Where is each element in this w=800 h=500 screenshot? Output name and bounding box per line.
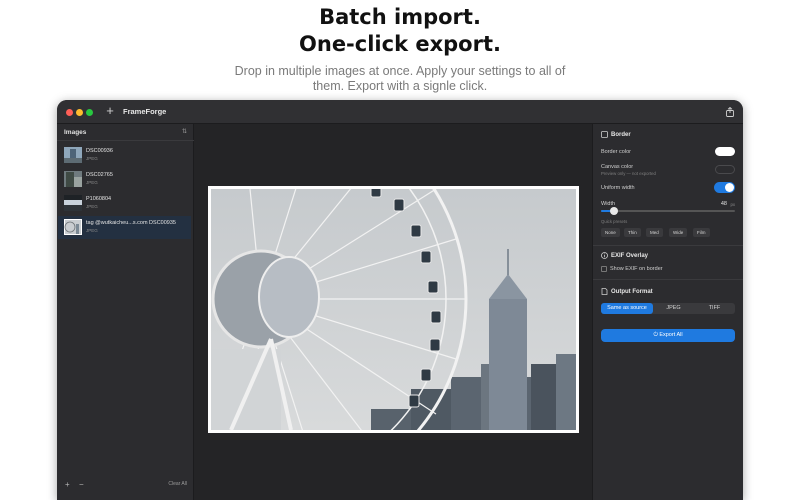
photo-frame [208, 186, 579, 433]
sidebar-divider [57, 140, 194, 141]
output-format-segmented-control: Same as source JPEG TIFF [601, 303, 735, 314]
image-type: JPEG [86, 204, 98, 209]
uniform-width-toggle[interactable] [714, 182, 735, 193]
hero-subtitle: Drop in multiple images at once. Apply y… [0, 64, 800, 94]
section-divider [593, 245, 743, 246]
format-tiff[interactable]: TIFF [694, 303, 735, 314]
border-color-swatch[interactable] [715, 147, 735, 156]
quick-presets-label: Quick presets [601, 219, 628, 224]
info-icon [601, 252, 608, 259]
show-exif-checkbox[interactable] [601, 266, 607, 272]
images-sidebar: Images ⇅ DSC00936 JPEG DSC02765 JPEG P10… [57, 124, 194, 500]
canvas-color-swatch[interactable] [715, 165, 735, 174]
app-window: + FrameForge Images ⇅ DSC00936 JPEG DSC0… [57, 100, 743, 500]
preset-thin-button[interactable]: Thin [624, 228, 641, 237]
preview-photo [211, 189, 576, 430]
image-list-item[interactable]: DSC00936 JPEG [58, 144, 191, 167]
width-unit: px [730, 202, 735, 207]
image-list-item[interactable]: P1060804 JPEG [58, 192, 191, 215]
clear-all-button[interactable]: Clear All [168, 481, 187, 487]
image-thumbnail [64, 195, 82, 211]
image-type: JPEG [86, 180, 98, 185]
preset-none-button[interactable]: None [601, 228, 620, 237]
image-list-item[interactable]: DSC02765 JPEG [58, 168, 191, 191]
image-name: DSC02765 [86, 172, 113, 178]
image-thumbnail [64, 147, 82, 163]
hero-subtitle-line-1: Drop in multiple images at once. Apply y… [234, 64, 566, 78]
sort-icon[interactable]: ⇅ [182, 128, 187, 135]
document-icon [601, 288, 608, 295]
hero-title-line-1: Batch import. [319, 5, 481, 29]
export-icon: ⏻ [653, 332, 658, 338]
image-name: DSC00936 [86, 148, 113, 154]
export-all-button[interactable]: ⏻ Export All [601, 329, 735, 342]
exif-section-title: EXIF Overlay [611, 253, 649, 259]
image-name: P1060804 [86, 196, 112, 202]
border-section-title: Border [611, 132, 631, 138]
width-value-field[interactable]: 48 [721, 201, 727, 207]
canvas-color-label: Canvas color [601, 164, 634, 170]
hero-title-line-2: One-click export. [299, 32, 501, 56]
remove-image-button[interactable]: − [79, 480, 84, 489]
border-color-label: Border color [601, 149, 631, 155]
section-divider [593, 279, 743, 280]
toggle-knob [725, 183, 734, 192]
show-exif-label: Show EXIF on border [610, 266, 663, 272]
output-section-title: Output Format [611, 289, 653, 295]
image-type: JPEG [86, 228, 98, 233]
zoom-window-button[interactable] [86, 109, 93, 116]
preset-med-button[interactable]: Med [646, 228, 663, 237]
hero-title: Batch import. One-click export. [0, 4, 800, 58]
add-image-button[interactable]: + [65, 480, 70, 489]
preset-wide-button[interactable]: Wide [669, 228, 688, 237]
minimize-window-button[interactable] [76, 109, 83, 116]
plus-icon[interactable]: + [103, 104, 117, 118]
format-jpeg[interactable]: JPEG [653, 303, 694, 314]
preset-film-button[interactable]: Film [693, 228, 710, 237]
images-header: Images [64, 129, 87, 136]
canvas-color-hint: Preview only — not exported [601, 171, 656, 176]
width-slider-handle[interactable] [610, 207, 619, 215]
width-slider[interactable] [601, 207, 735, 215]
image-type: JPEG [86, 156, 98, 161]
uniform-width-label: Uniform width [601, 185, 635, 191]
export-all-label: Export All [659, 332, 683, 338]
title-bar: + FrameForge [57, 100, 743, 124]
preview-canvas [194, 124, 592, 500]
hero-subtitle-line-2: them. Export with a signle click. [312, 79, 488, 93]
format-same-as-source[interactable]: Same as source [601, 303, 653, 314]
border-icon [601, 131, 608, 138]
image-thumbnail [64, 171, 82, 187]
close-window-button[interactable] [66, 109, 73, 116]
share-icon[interactable] [725, 107, 735, 117]
image-thumbnail [64, 219, 82, 235]
image-list-item-selected[interactable]: tag @wutkaicheu...s.com DSC00935 JPEG [58, 216, 191, 239]
app-title: FrameForge [123, 107, 167, 116]
image-name: tag @wutkaicheu...s.com DSC00935 [86, 220, 176, 226]
inspector-panel: Border Border color Canvas color Preview… [592, 124, 743, 500]
